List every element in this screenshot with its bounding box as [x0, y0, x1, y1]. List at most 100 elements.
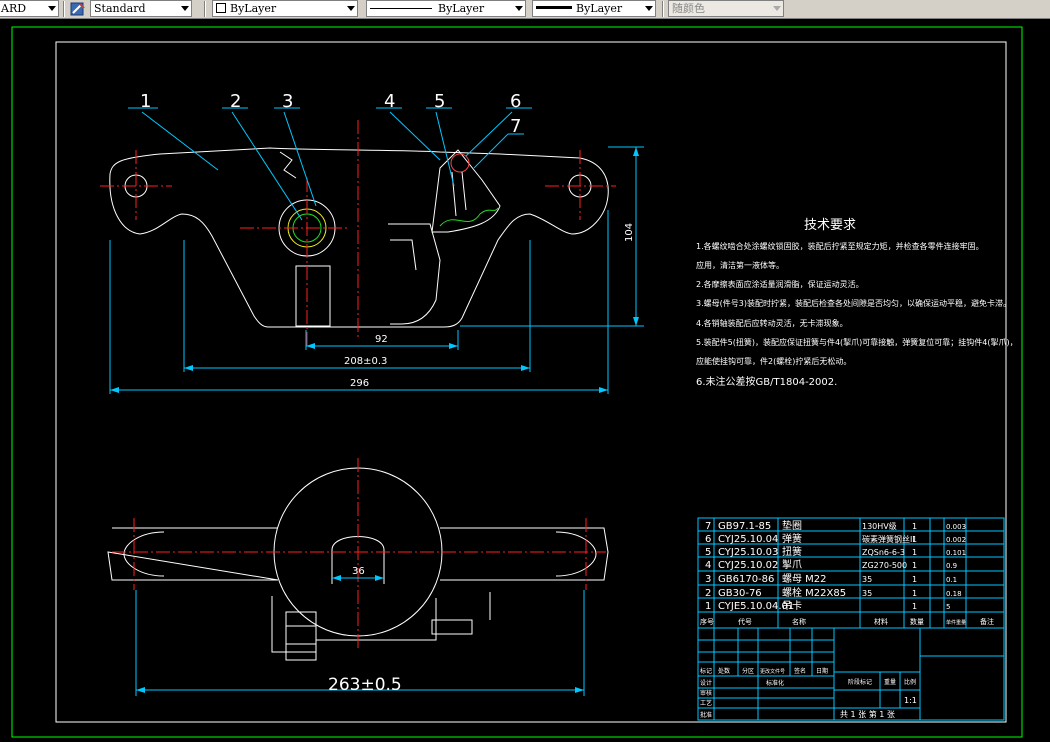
tb-sheet: 共 1 张 第 1 张: [840, 709, 895, 719]
drawing-canvas[interactable]: 1 2 3 4 5 6 7 104 92 208±0.3 296 36 263±…: [0, 19, 1050, 742]
center-lines-front: [100, 120, 616, 348]
tb-standardization: 标准化: [766, 679, 784, 687]
note-line-4: 3.螺母(件号3)装配时拧紧，装配后检查各处间隙是否均匀，以确保运动平稳，避免卡…: [696, 298, 1011, 308]
dimstyle-combo[interactable]: ARD: [0, 0, 59, 17]
bom-cell-mat: 130HV级: [862, 521, 897, 531]
front-view: [109, 147, 609, 328]
chevron-down-icon[interactable]: [347, 6, 355, 11]
latch-slot: [388, 223, 441, 325]
title-block-text: 标记 处数 分区 更改文件号 签名 日期 设计 审核 工艺 批准 标准化 阶段标…: [700, 667, 917, 719]
bom-cell-w: 0.101: [946, 549, 966, 557]
bom-header-no: 序号: [700, 617, 714, 626]
tb-label-count: 处数: [718, 667, 730, 675]
bom-cell-w: 0.002: [946, 536, 966, 544]
balloon-1: 1: [140, 91, 151, 112]
hook-body-outline: [109, 147, 609, 328]
break-line: [279, 151, 297, 179]
latch-pin: [450, 153, 470, 173]
bom-cell-qty: 1: [912, 589, 917, 598]
bom-cell-qty: 1: [912, 561, 917, 570]
chevron-down-icon[interactable]: [181, 6, 189, 11]
bom-cell-code: GB6170-86: [718, 574, 774, 585]
dim-263: 263±0.5: [328, 675, 402, 695]
text-style-icon[interactable]: [70, 1, 86, 17]
dimension-texts-front: 104 92 208±0.3 296: [344, 223, 635, 389]
bom-cell-w: 0.18: [946, 590, 962, 598]
dimension-texts-top: 36 263±0.5: [328, 566, 402, 695]
properties-toolbar: ARD Standard ByLayer ByLayer ByLayer 随颜色: [0, 0, 1050, 19]
bom-cell-w: 0.003: [946, 523, 966, 531]
note-line-5: 4.各销轴装配后应转动灵活，无卡滞现象。: [696, 318, 848, 328]
balloon-6: 6: [510, 91, 521, 112]
drawing-border: [55, 41, 1007, 723]
bom-cell-name: 垫圈: [782, 519, 802, 532]
tb-row-process: 工艺: [700, 699, 712, 707]
bom-cell-name: 吊卡: [782, 599, 802, 612]
color-combo[interactable]: ByLayer: [212, 0, 358, 17]
tb-row-design: 设计: [700, 679, 712, 687]
bom-cell-qty: 1: [912, 602, 917, 611]
bom-cell-w: 0.9: [946, 562, 957, 570]
bom-header-mat: 材料: [874, 617, 888, 626]
dim-208: 208±0.3: [344, 356, 387, 367]
bolt-shank: [295, 265, 331, 327]
balloon-7: 7: [510, 116, 521, 137]
tb-label-sign: 签名: [794, 667, 806, 675]
bom-cell-code: CYJ25.10.02: [718, 560, 778, 571]
plot-style-value: 随颜色: [672, 2, 705, 15]
note-line-7: 应能使挂钩可靠，件2(螺栓)拧紧后无松动。: [696, 356, 851, 366]
tb-label-date: 日期: [816, 667, 828, 675]
bom-cell-w: 0.1: [946, 576, 957, 584]
bom-cell-qty: 1: [912, 522, 917, 531]
balloon-2: 2: [230, 91, 241, 112]
bom-header-remark: 备注: [980, 617, 994, 626]
lineweight-sample-icon: [536, 6, 572, 9]
latch-inner: [390, 239, 417, 271]
balloon-3: 3: [282, 91, 293, 112]
pin-side: [431, 619, 473, 635]
bom-cell-code: CYJ25.10.03: [718, 547, 778, 558]
lineweight-combo[interactable]: ByLayer: [532, 0, 656, 17]
color-swatch-icon: [216, 3, 226, 13]
balloons: [128, 107, 532, 221]
text-style-value: Standard: [94, 2, 146, 15]
bom-cell-name: 弹簧: [782, 532, 802, 545]
bom-cell-mat: 35: [862, 575, 872, 584]
latch-arm: [451, 171, 467, 217]
bom-cell-name: 扭簧: [782, 545, 802, 558]
bom-cell-no: 3: [705, 574, 711, 585]
bom-cell-no: 1: [705, 601, 711, 612]
tb-row-approve: 批准: [700, 711, 712, 719]
balloon-4: 4: [384, 91, 395, 112]
toolbar-separator: [204, 1, 206, 17]
balloon-numbers: 1 2 3 4 5 6 7: [140, 91, 521, 137]
linetype-combo[interactable]: ByLayer: [366, 0, 526, 17]
note-line-1: 1.各螺纹啮合处涂螺纹锁固胶，装配后拧紧至规定力矩，并检查各零件连接牢固。: [696, 241, 984, 251]
note-line-6: 5.装配件5(扭簧)，装配应保证扭簧与件4(掣爪)可靠接触，弹簧复位可靠；挂钩件…: [696, 337, 1018, 347]
tb-scale-value: 1:1: [904, 696, 917, 705]
plot-style-combo[interactable]: 随颜色: [668, 0, 784, 17]
bom-header-qty: 数量: [910, 617, 924, 626]
tb-label-zone: 分区: [742, 667, 754, 675]
bom-cell-qty: 1: [912, 575, 917, 584]
bom-cell-no: 7: [705, 521, 711, 532]
bom-cell-mat: ZG270-500: [862, 561, 907, 570]
tb-label-mark: 标记: [700, 667, 712, 675]
notes-title: 技术要求: [804, 218, 856, 233]
chevron-down-icon[interactable]: [773, 6, 781, 11]
bom-cell-name: 掣爪: [782, 558, 802, 571]
nut-side: [285, 611, 317, 661]
chevron-down-icon[interactable]: [645, 6, 653, 11]
bom-cell-name: 螺栓 M22X85: [782, 586, 846, 599]
bom-cell-no: 4: [705, 560, 711, 571]
chevron-down-icon[interactable]: [48, 6, 56, 11]
note-line-2: 应用，清洁第一液体等。: [696, 260, 784, 270]
bom-cell-w: 5: [946, 603, 950, 611]
linetype-value: ByLayer: [438, 2, 485, 15]
chevron-down-icon[interactable]: [515, 6, 523, 11]
text-style-combo[interactable]: Standard: [90, 0, 192, 17]
latch-part: [431, 149, 501, 233]
left-end-curve: [123, 531, 165, 577]
bom-cell-mat: 35: [862, 589, 872, 598]
color-value: ByLayer: [230, 2, 277, 15]
